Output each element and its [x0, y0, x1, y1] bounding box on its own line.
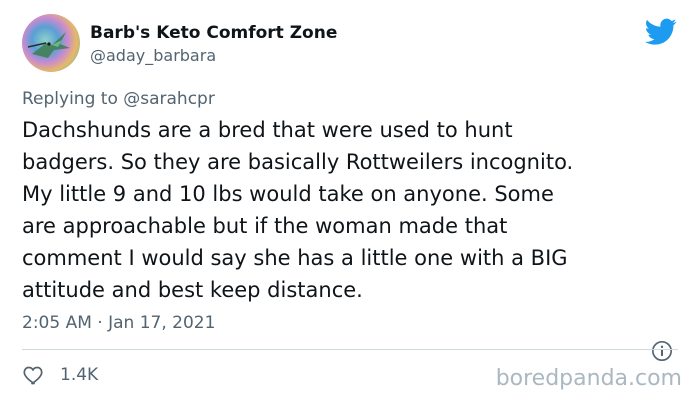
twitter-bird-icon[interactable]	[645, 18, 677, 46]
tweet-text-line: badgers. So they are basically Rottweile…	[22, 150, 574, 174]
divider	[22, 349, 678, 350]
boredpanda-watermark: boredpanda.com	[495, 366, 682, 391]
tweet-text: Dachshunds are a bred that were used to …	[22, 114, 672, 306]
like-button[interactable]: 1.4K	[22, 362, 98, 388]
tweet-timestamp[interactable]: 2:05 AM · Jan 17, 2021	[22, 313, 215, 333]
tweet-text-line: My little 9 and 10 lbs would take on any…	[22, 182, 554, 206]
author-handle[interactable]: @aday_barbara	[90, 46, 216, 65]
like-count: 1.4K	[60, 365, 99, 385]
author-avatar[interactable]	[22, 14, 80, 72]
reply-handle-link[interactable]: @sarahcpr	[123, 89, 215, 109]
replying-to-line: Replying to @sarahcpr	[22, 89, 215, 109]
tweet-text-line: attitude and best keep distance.	[22, 278, 363, 302]
tweet-text-line: are approachable but if the woman made t…	[22, 214, 508, 238]
tweet-text-line: comment I would say she has a little one…	[22, 246, 568, 270]
author-display-name[interactable]: Barb's Keto Comfort Zone	[90, 23, 337, 43]
info-icon[interactable]	[651, 340, 673, 362]
replying-to-label: Replying to	[22, 89, 118, 109]
tweet-text-line: Dachshunds are a bred that were used to …	[22, 118, 513, 142]
hummingbird-avatar-icon	[27, 32, 70, 58]
heart-icon[interactable]	[22, 363, 46, 387]
